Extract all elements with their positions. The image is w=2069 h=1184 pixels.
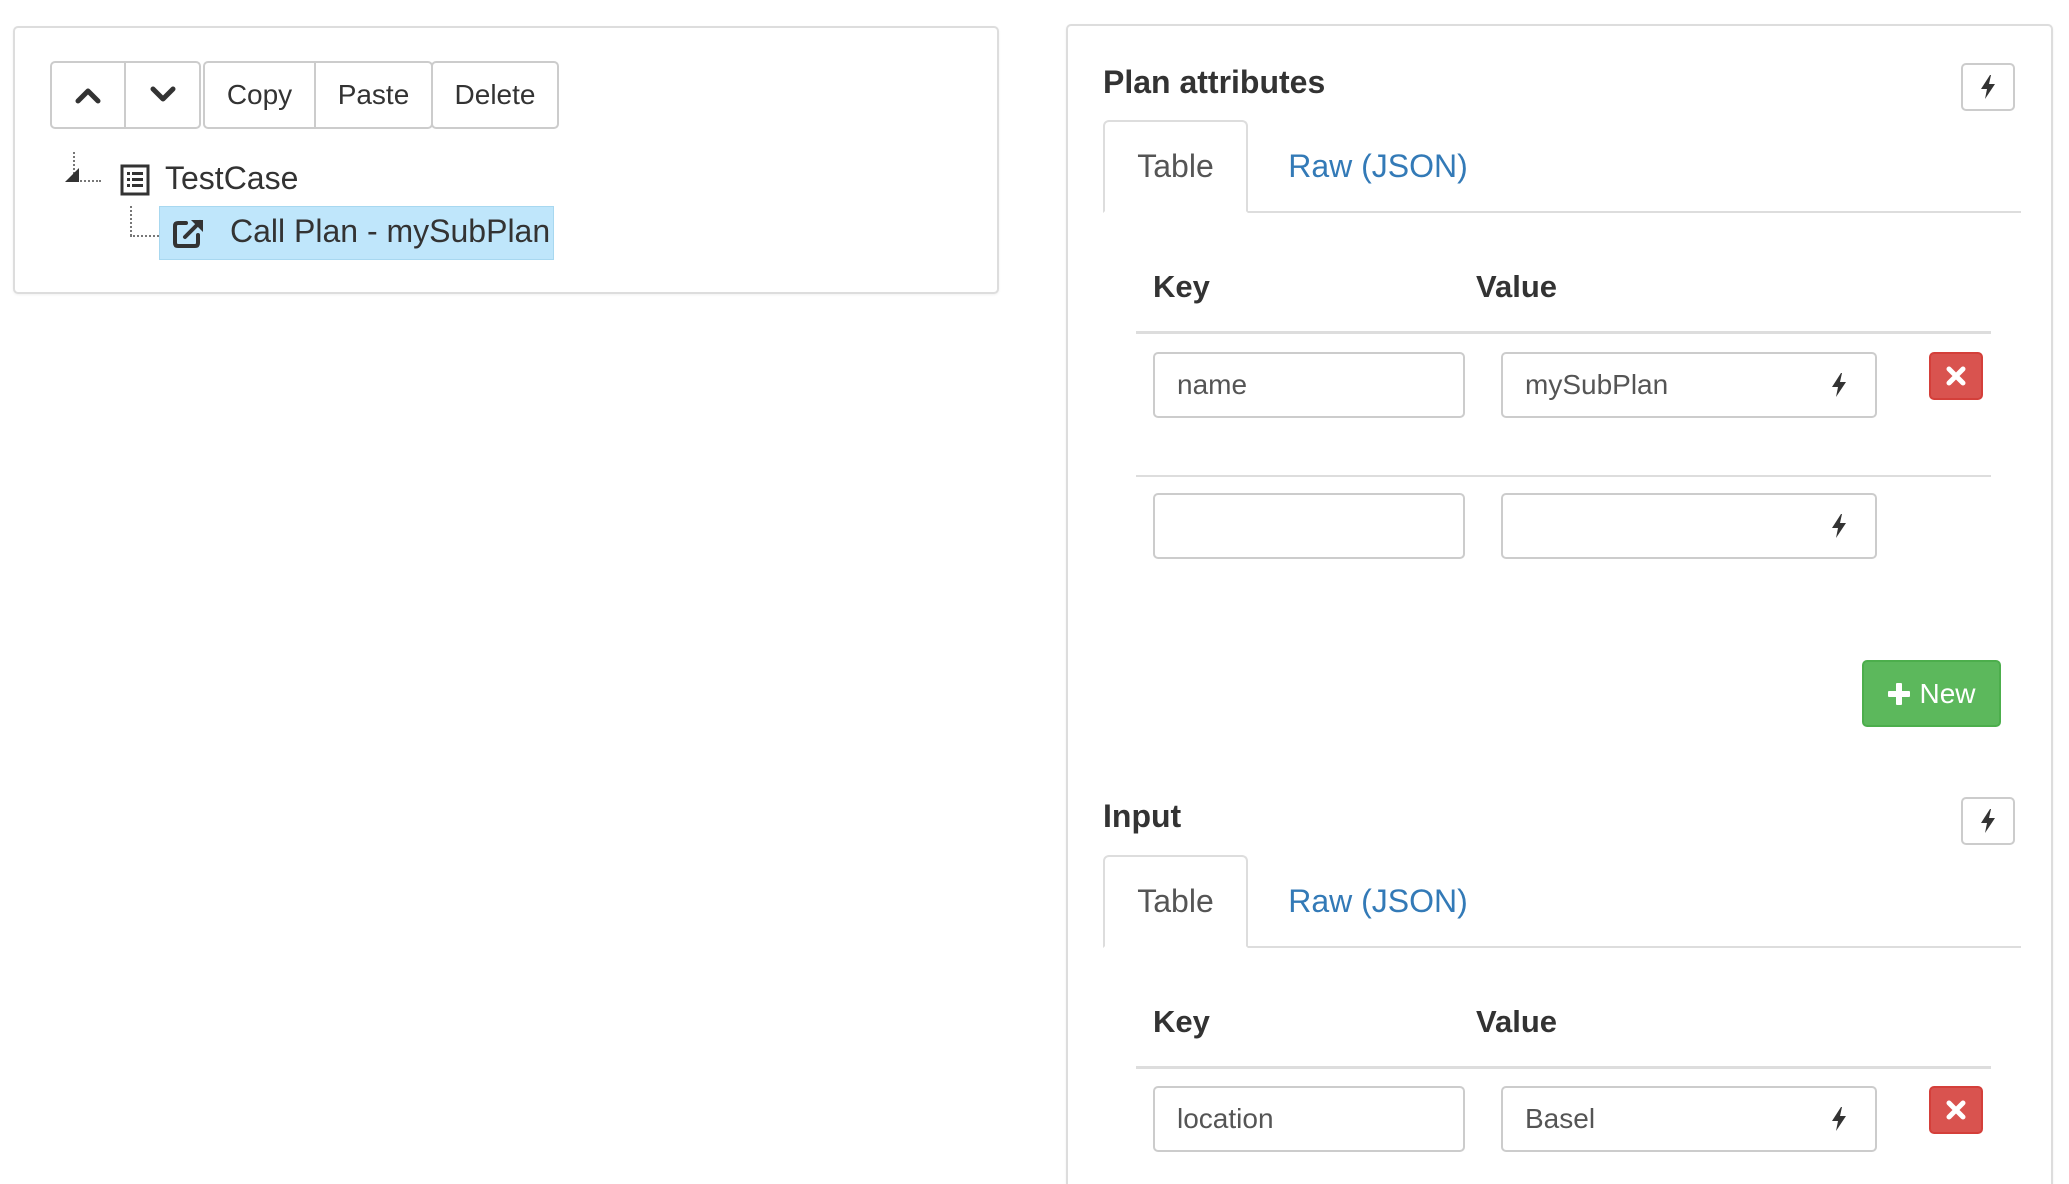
paste-button[interactable]: Paste bbox=[314, 61, 433, 129]
tab-table[interactable]: Table bbox=[1103, 120, 1248, 213]
bolt-icon bbox=[1831, 1107, 1846, 1131]
section-title: Plan attributes bbox=[1103, 64, 1326, 100]
delete-row-button[interactable] bbox=[1929, 1086, 1983, 1134]
bolt-icon bbox=[1831, 514, 1846, 538]
value-input[interactable]: Basel bbox=[1501, 1086, 1804, 1152]
tree-panel: Copy Paste Delete TestCase Call Plan - m… bbox=[13, 26, 999, 294]
value-dynamic-button[interactable] bbox=[1802, 352, 1877, 418]
table-header-divider bbox=[1136, 331, 1991, 334]
chevron-up-icon bbox=[75, 88, 101, 104]
list-icon bbox=[120, 164, 150, 196]
key-input[interactable]: name bbox=[1153, 352, 1465, 418]
key-column-header: Key bbox=[1153, 269, 1210, 304]
value-input-group: mySubPlan bbox=[1501, 352, 1877, 418]
value-input[interactable] bbox=[1501, 493, 1804, 559]
value-input-group: Basel bbox=[1501, 1086, 1877, 1152]
section-title: Input bbox=[1103, 798, 1182, 834]
value-input[interactable]: mySubPlan bbox=[1501, 352, 1804, 418]
properties-panel: Plan attributes Table Raw (JSON) Key Val… bbox=[1066, 24, 2053, 1184]
collapse-arrow-icon bbox=[65, 168, 79, 182]
bolt-icon bbox=[1981, 809, 1995, 833]
value-column-header: Value bbox=[1476, 269, 1557, 304]
move-down-button[interactable] bbox=[124, 61, 201, 129]
bolt-icon bbox=[1831, 373, 1846, 397]
tree-connector bbox=[130, 235, 162, 237]
key-column-header: Key bbox=[1153, 1004, 1210, 1039]
dynamic-toggle-button[interactable] bbox=[1961, 63, 2015, 111]
add-attribute-button[interactable]: New bbox=[1862, 660, 2001, 727]
value-dynamic-button[interactable] bbox=[1802, 1086, 1877, 1152]
tree-node-label: TestCase bbox=[165, 160, 299, 196]
delete-button[interactable]: Delete bbox=[431, 61, 559, 129]
chevron-down-icon bbox=[150, 86, 175, 102]
new-button-label: New bbox=[1919, 677, 1976, 709]
value-dynamic-button[interactable] bbox=[1802, 493, 1877, 559]
tab-table[interactable]: Table bbox=[1103, 855, 1248, 948]
close-icon bbox=[1946, 1100, 1966, 1120]
delete-row-button[interactable] bbox=[1929, 352, 1983, 400]
table-header-divider bbox=[1136, 1066, 1991, 1069]
value-column-header: Value bbox=[1476, 1004, 1557, 1039]
value-input-group bbox=[1501, 493, 1877, 559]
row-divider bbox=[1136, 475, 1991, 477]
plus-icon bbox=[1888, 682, 1911, 705]
bolt-icon bbox=[1981, 75, 1995, 99]
key-input[interactable]: location bbox=[1153, 1086, 1465, 1152]
dynamic-toggle-button[interactable] bbox=[1961, 797, 2015, 845]
tree-node-call-plan[interactable]: Call Plan - mySubPlan bbox=[159, 206, 554, 260]
move-up-button[interactable] bbox=[50, 61, 126, 129]
close-icon bbox=[1946, 366, 1966, 386]
external-link-icon bbox=[173, 220, 203, 248]
tree-connector bbox=[130, 206, 132, 236]
tab-raw-json[interactable]: Raw (JSON) bbox=[1268, 855, 1488, 948]
tree-node-label: Call Plan - mySubPlan bbox=[230, 213, 551, 249]
key-input[interactable] bbox=[1153, 493, 1465, 559]
copy-button[interactable]: Copy bbox=[203, 61, 316, 129]
tab-raw-json[interactable]: Raw (JSON) bbox=[1268, 120, 1488, 213]
